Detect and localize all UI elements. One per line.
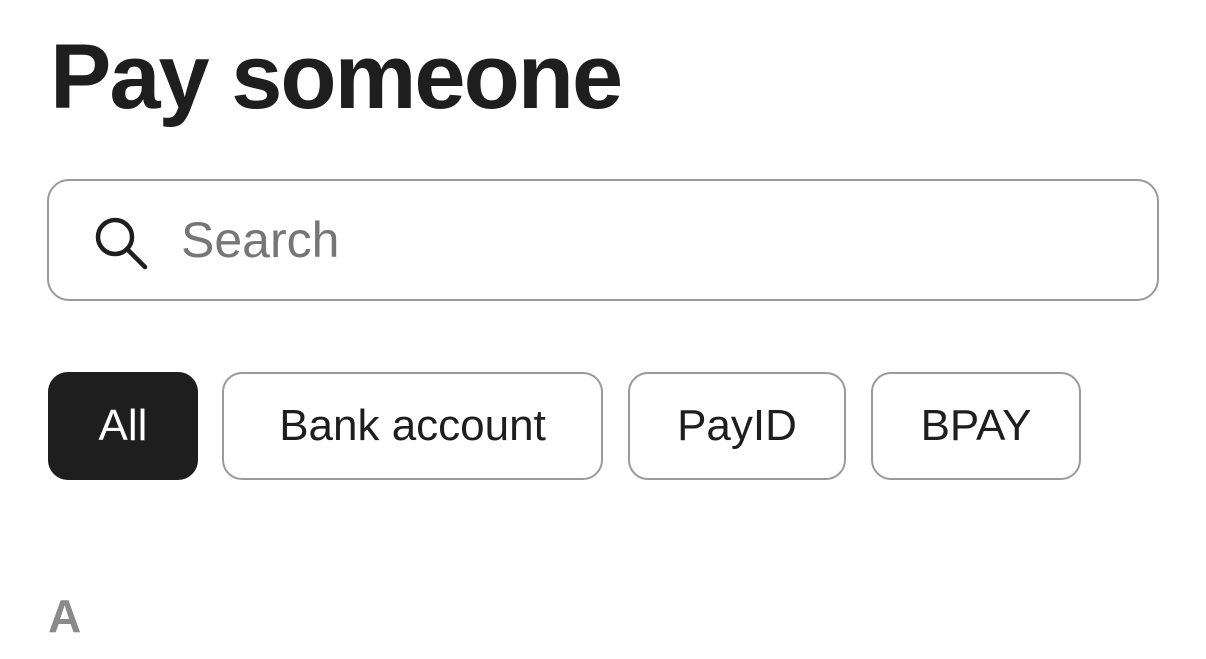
filter-chip-all[interactable]: All	[48, 372, 198, 480]
page-title: Pay someone	[50, 26, 623, 128]
search-icon	[93, 215, 149, 271]
filter-chip-bpay[interactable]: BPAY	[871, 372, 1081, 480]
search-input[interactable]	[181, 205, 1121, 275]
filter-chip-bank-account[interactable]: Bank account	[222, 372, 603, 480]
search-bar[interactable]	[47, 179, 1159, 301]
list-section-header: A	[48, 590, 82, 642]
filter-chip-payid[interactable]: PayID	[628, 372, 846, 480]
